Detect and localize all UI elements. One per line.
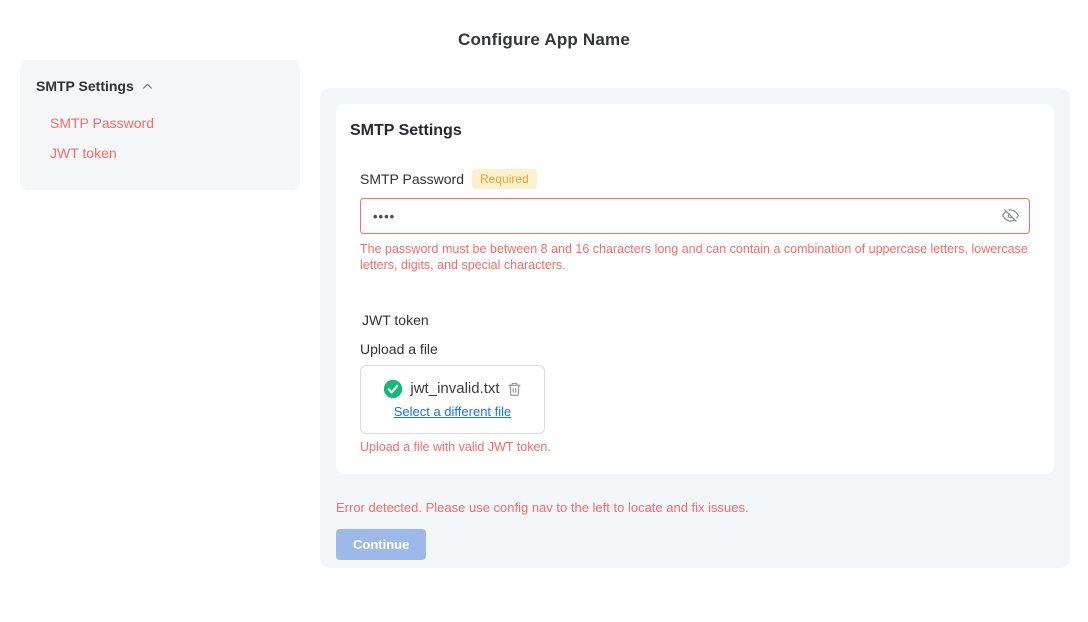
smtp-password-input-wrap (360, 198, 1030, 234)
config-nav-sidebar: SMTP Settings SMTP Password JWT token (20, 60, 300, 190)
chevron-up-icon (141, 80, 154, 93)
upload-file-label: Upload a file (360, 341, 1030, 357)
uploaded-file-name: jwt_invalid.txt (410, 380, 499, 397)
card-title: SMTP Settings (350, 122, 1030, 140)
smtp-password-field: SMTP Password Required The password must… (360, 169, 1030, 274)
sidebar-item-smtp-password[interactable]: SMTP Password (36, 108, 284, 138)
page-title: Configure App Name (0, 0, 1088, 50)
smtp-password-input[interactable] (361, 199, 1029, 233)
jwt-token-field: JWT token Upload a file jwt_invalid.txt (360, 312, 1030, 454)
select-different-file-link[interactable]: Select a different file (394, 404, 512, 419)
file-upload-box: jwt_invalid.txt Select a different file (360, 365, 545, 434)
continue-button[interactable]: Continue (336, 529, 426, 560)
sidebar-section-smtp-settings[interactable]: SMTP Settings (36, 78, 284, 94)
password-error-text: The password must be between 8 and 16 ch… (360, 241, 1030, 274)
form-error-message: Error detected. Please use config nav to… (336, 500, 1054, 515)
eye-off-icon[interactable] (1002, 207, 1019, 224)
sidebar-item-jwt-token[interactable]: JWT token (36, 138, 284, 168)
required-badge: Required (472, 169, 537, 189)
smtp-password-label: SMTP Password (360, 171, 464, 187)
jwt-error-text: Upload a file with valid JWT token. (360, 440, 1030, 454)
sidebar-nav: SMTP Password JWT token (36, 108, 284, 168)
sidebar-section-label: SMTP Settings (36, 78, 134, 94)
check-circle-icon (383, 379, 403, 399)
trash-icon[interactable] (507, 381, 522, 397)
jwt-token-label: JWT token (362, 312, 1030, 328)
config-panel: SMTP Settings SMTP Password Required The… (320, 88, 1070, 568)
smtp-settings-card: SMTP Settings SMTP Password Required The… (336, 104, 1054, 474)
